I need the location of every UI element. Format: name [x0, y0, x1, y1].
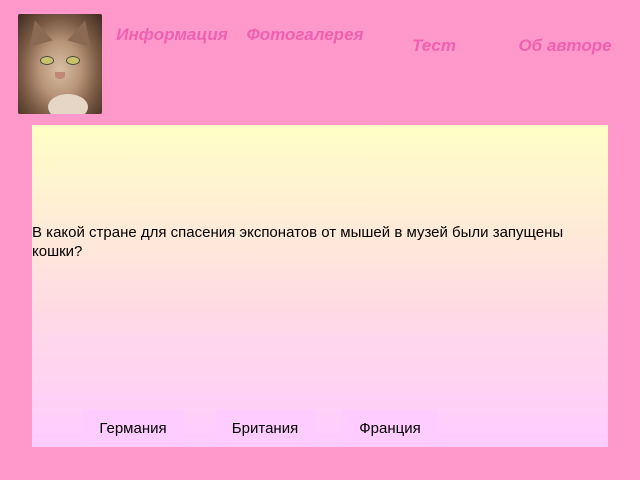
quiz-question: В какой стране для спасения экспонатов о…	[32, 224, 564, 260]
cat-ear-right	[67, 17, 97, 47]
quiz-panel	[32, 125, 608, 447]
nav-info-link[interactable]: Информация	[116, 24, 228, 45]
nav-test-link[interactable]: Тест	[398, 35, 470, 56]
cat-paw	[48, 94, 88, 114]
cat-eye-left	[40, 56, 54, 65]
answer-germany-button[interactable]: Германия	[82, 410, 184, 447]
nav-author-link[interactable]: Об авторе	[510, 35, 620, 56]
nav-gallery-link[interactable]: Фотогалерея	[244, 24, 366, 45]
answer-britain-button[interactable]: Британия	[215, 410, 315, 447]
cat-nose	[55, 72, 65, 79]
cat-photo	[18, 14, 102, 114]
cat-ear-left	[23, 17, 53, 47]
cat-eye-right	[66, 56, 80, 65]
answer-france-button[interactable]: Франция	[342, 410, 438, 447]
